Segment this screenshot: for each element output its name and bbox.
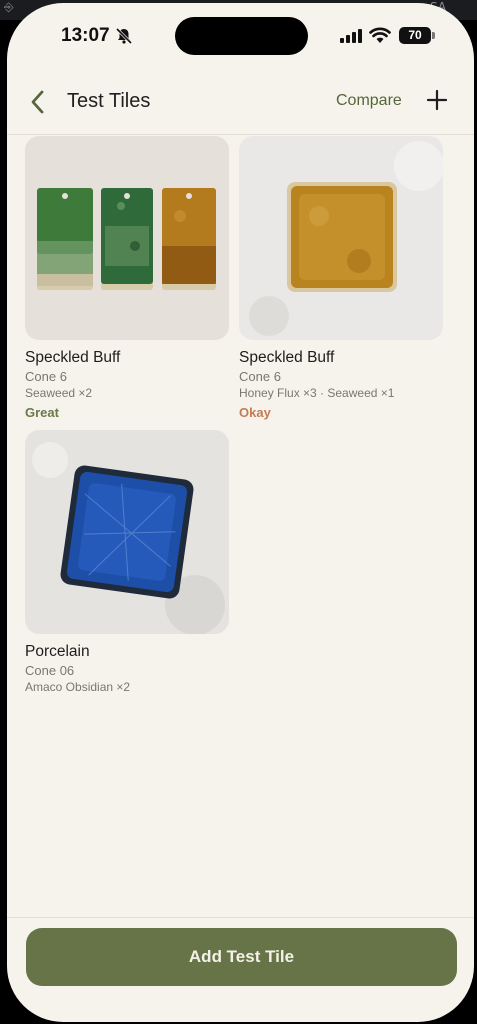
wifi-icon (369, 27, 391, 43)
add-plus-icon[interactable] (426, 89, 448, 111)
compare-button[interactable]: Compare (336, 92, 402, 110)
tile-cone: Cone 6 (25, 369, 67, 384)
tile-title: Speckled Buff (25, 349, 121, 366)
tile-cone: Cone 06 (25, 663, 75, 678)
page-title: Test Tiles (67, 90, 151, 112)
tile-card[interactable]: Speckled Buff Cone 6 Honey Flux ×3 · Sea… (239, 136, 443, 420)
tile-photo (239, 136, 443, 340)
silent-bell-icon (115, 27, 133, 45)
navigation-bar: Test Tiles Compare (7, 73, 474, 135)
tile-glazes: Seaweed ×2 (25, 386, 93, 400)
phone-screen: 13:07 70 Test Tiles Compare Speckled Buf… (7, 3, 474, 1022)
tile-title: Speckled Buff (239, 349, 335, 366)
tile-glazes: Honey Flux ×3 · Seaweed ×1 (239, 386, 395, 400)
tile-title: Porcelain (25, 643, 90, 660)
tile-photo (25, 430, 229, 634)
tile-photo (25, 136, 229, 340)
status-bar: 13:07 70 (7, 3, 474, 69)
back-chevron-icon[interactable] (27, 89, 49, 115)
tile-card[interactable]: Speckled Buff Cone 6 Seaweed ×2 Great (25, 136, 229, 420)
dynamic-island (175, 17, 308, 55)
tile-rating: Great (25, 405, 59, 420)
status-time: 13:07 (61, 25, 110, 46)
bottom-action-area: Add Test Tile (7, 917, 474, 1022)
battery-indicator: 70 (399, 27, 435, 44)
tile-cone: Cone 6 (239, 369, 281, 384)
add-test-tile-button[interactable]: Add Test Tile (26, 928, 457, 986)
tile-glazes: Amaco Obsidian ×2 (25, 680, 131, 694)
tile-card[interactable]: Porcelain Cone 06 Amaco Obsidian ×2 (25, 430, 229, 694)
tile-rating: Okay (239, 405, 271, 420)
cellular-signal-icon (340, 29, 362, 43)
